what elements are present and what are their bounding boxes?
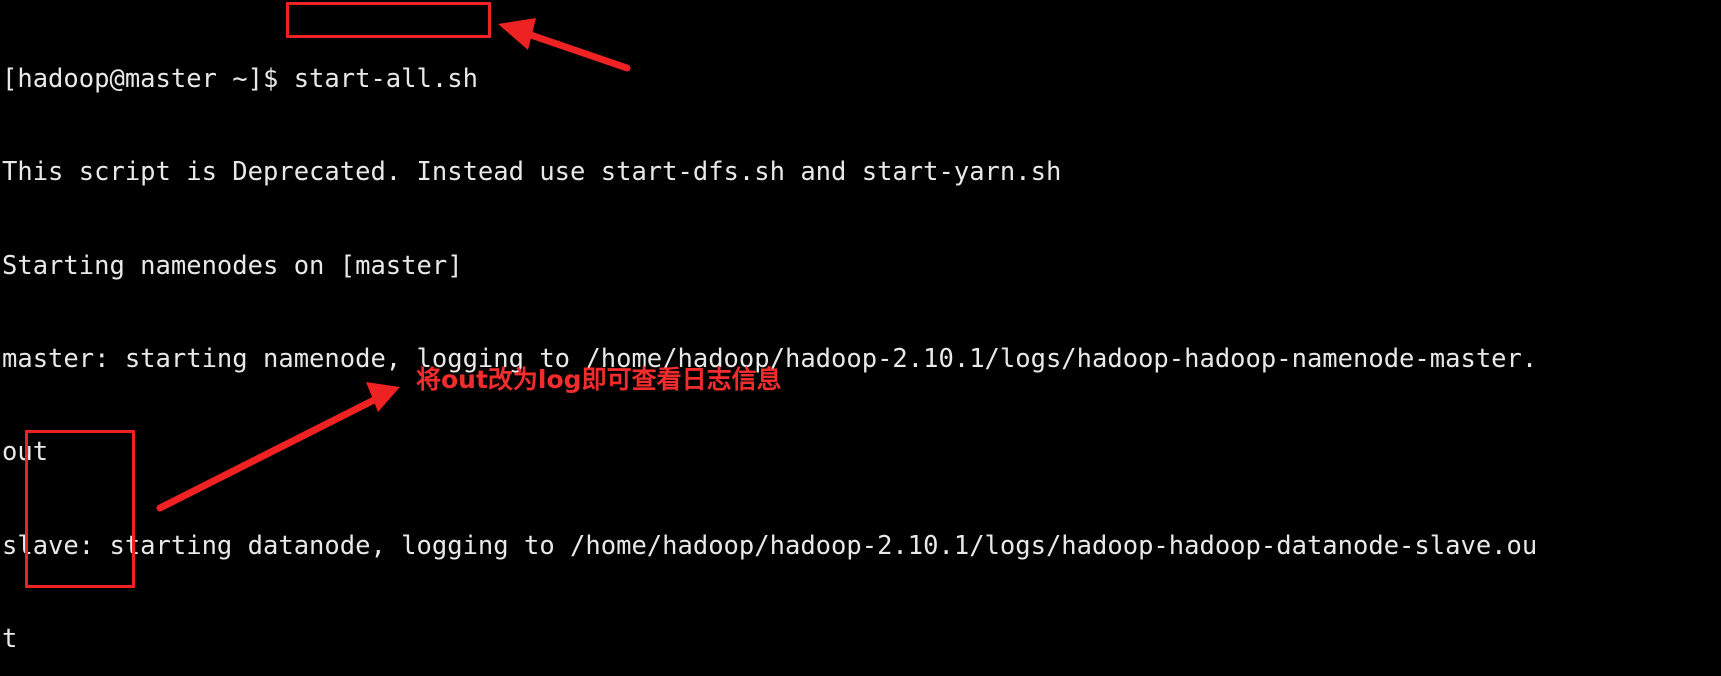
terminal-line: out [2,437,49,468]
terminal-line: t [2,623,18,654]
terminal-line: This script is Deprecated. Instead use s… [2,157,1062,188]
terminal-line: master: starting namenode, logging to /h… [2,344,1538,375]
terminal-window[interactable]: [hadoop@master ~]$ start-all.sh This scr… [0,0,1721,676]
terminal-line: [hadoop@master ~]$ start-all.sh [2,64,478,95]
terminal-output: [hadoop@master ~]$ start-all.sh This scr… [0,0,1721,676]
terminal-line: slave: starting datanode, logging to /ho… [2,530,1538,561]
terminal-line: Starting namenodes on [master] [2,250,463,281]
